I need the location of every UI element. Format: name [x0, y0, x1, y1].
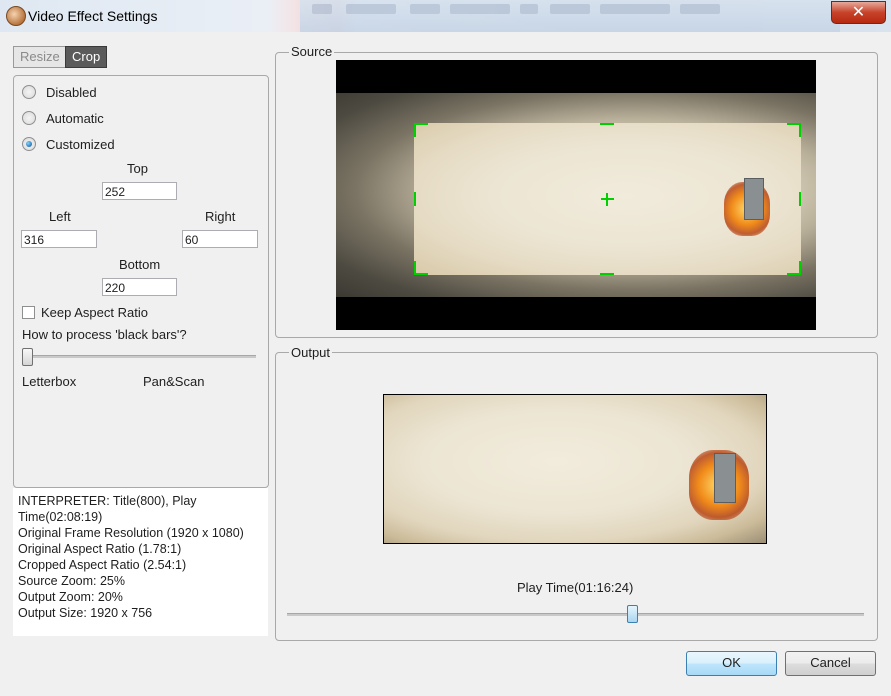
radio-button-selected[interactable] [22, 137, 36, 151]
window-title: Video Effect Settings [28, 8, 158, 24]
app-icon [6, 6, 26, 26]
radio-disabled[interactable]: Disabled [22, 83, 97, 101]
keep-aspect-label: Keep Aspect Ratio [41, 305, 148, 320]
source-label: Source [289, 44, 335, 59]
bottom-field[interactable]: 220 [102, 278, 177, 296]
play-time-label: Play Time(01:16:24) [517, 580, 634, 595]
info-line: Original Frame Resolution (1920 x 1080) [18, 526, 244, 540]
crop-handle-right[interactable] [799, 192, 801, 206]
info-box: INTERPRETER: Title(800), Play Time(02:08… [13, 488, 268, 636]
black-bars-slider-track[interactable] [22, 355, 256, 358]
info-line: Output Size: 1920 x 756 [18, 606, 153, 620]
cancel-button[interactable]: Cancel [785, 651, 876, 676]
crop-handle-top-right[interactable] [787, 123, 801, 137]
crop-handle-bottom[interactable] [600, 273, 614, 275]
info-line: Cropped Aspect Ratio (2.54:1) [18, 558, 187, 572]
tab-crop[interactable]: Crop [65, 46, 108, 68]
info-line: INTERPRETER: Title(800), Play [18, 494, 197, 508]
right-field[interactable]: 60 [182, 230, 258, 248]
info-line: Output Zoom: 20% [18, 590, 123, 604]
close-icon: ✕ [851, 4, 866, 21]
crop-handle-bottom-right[interactable] [787, 261, 801, 275]
info-line: Source Zoom: 25% [18, 574, 125, 588]
left-label: Left [49, 209, 71, 224]
left-field[interactable]: 316 [21, 230, 97, 248]
radio-button[interactable] [22, 111, 36, 125]
panscan-label: Pan&Scan [143, 374, 205, 389]
info-line: Original Aspect Ratio (1.78:1) [18, 542, 182, 556]
right-label: Right [205, 209, 236, 224]
output-label: Output [289, 345, 333, 360]
radio-button[interactable] [22, 85, 36, 99]
radio-customized[interactable]: Customized [22, 135, 115, 153]
radio-disabled-label: Disabled [46, 84, 97, 100]
radio-automatic-label: Automatic [46, 110, 104, 126]
debris-image [714, 453, 736, 503]
top-field[interactable]: 252 [102, 182, 177, 200]
tab-resize[interactable]: Resize [13, 46, 67, 68]
black-bars-slider-thumb[interactable] [22, 348, 33, 366]
bottom-label: Bottom [119, 257, 161, 272]
radio-customized-label: Customized [46, 136, 115, 152]
crop-handle-top[interactable] [600, 123, 614, 125]
letterbox-label: Letterbox [22, 374, 77, 389]
play-time-slider-track[interactable] [287, 613, 864, 616]
keep-aspect-checkbox[interactable] [22, 306, 35, 319]
background-app-ribbon [300, 0, 840, 32]
radio-automatic[interactable]: Automatic [22, 109, 104, 127]
output-preview [383, 394, 767, 544]
ok-button[interactable]: OK [686, 651, 777, 676]
info-line: Time(02:08:19) [18, 510, 103, 524]
title-bar: Video Effect Settings [0, 0, 891, 32]
crop-handle-bottom-left[interactable] [414, 261, 428, 275]
debris-image [744, 178, 764, 220]
crop-handle-left[interactable] [414, 192, 416, 206]
close-button[interactable]: ✕ [831, 1, 886, 24]
crop-center-crosshair-icon [606, 193, 608, 206]
top-label: Top [127, 161, 148, 176]
play-time-slider-thumb[interactable] [626, 605, 638, 623]
black-bars-question: How to process 'black bars'? [22, 327, 187, 342]
crop-handle-top-left[interactable] [414, 123, 428, 137]
